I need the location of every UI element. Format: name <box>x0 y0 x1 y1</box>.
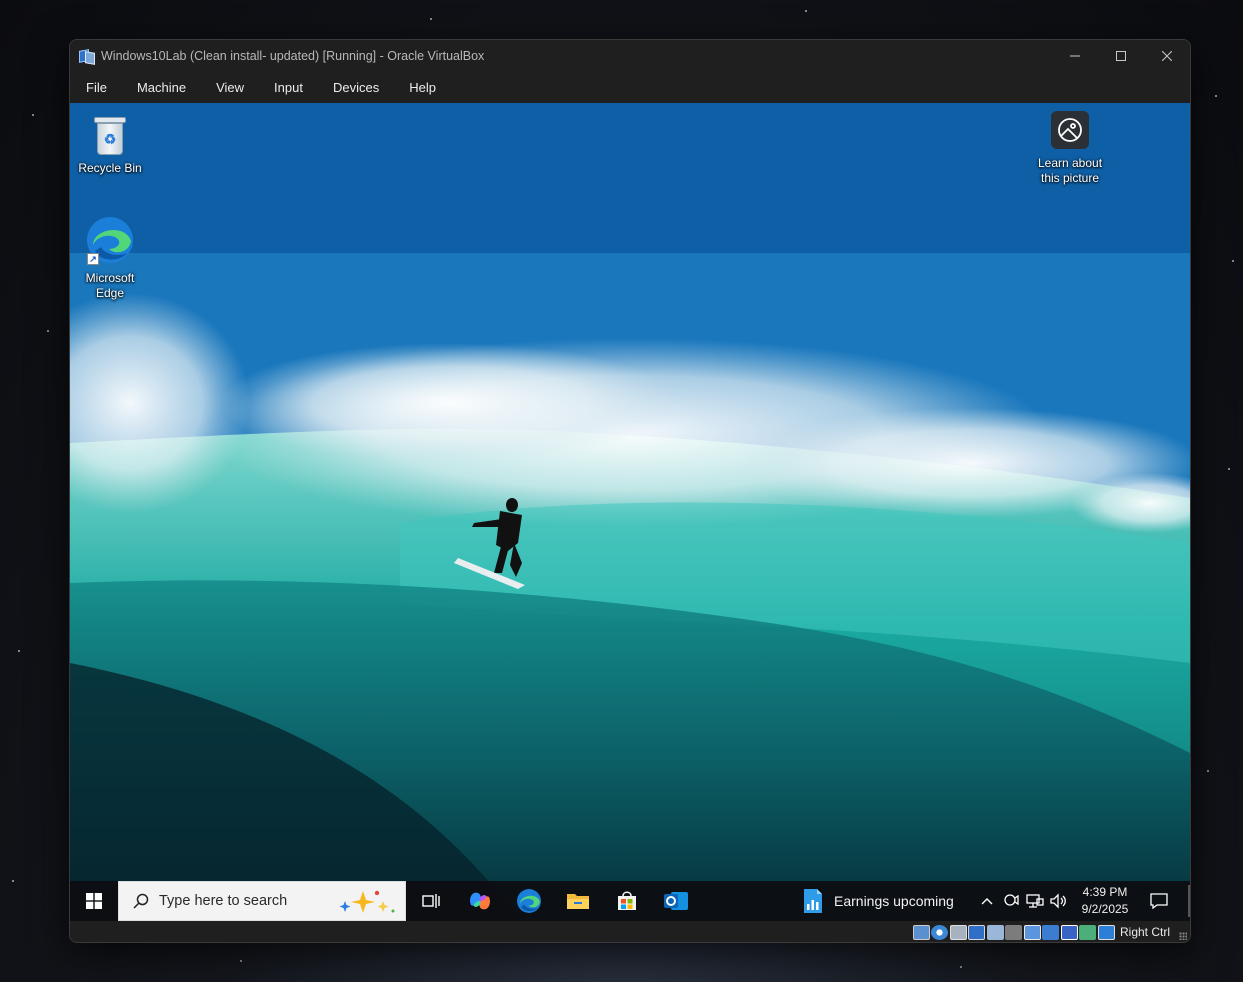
menu-view[interactable]: View <box>207 72 253 103</box>
copilot-button[interactable] <box>455 881 504 921</box>
action-center-button[interactable] <box>1145 881 1173 921</box>
virtualbox-window: Windows10Lab (Clean install- updated) [R… <box>69 39 1191 943</box>
desktop-icon-label: Microsoft Edge <box>70 271 150 301</box>
copilot-icon <box>469 892 490 910</box>
desktop-icon-learn-about-picture[interactable]: Learn about this picture <box>1025 111 1115 186</box>
menu-help[interactable]: Help <box>400 72 445 103</box>
clock-date: 9/2/2025 <box>1081 902 1129 916</box>
wallpaper-surf-wave <box>70 103 1190 921</box>
meet-now-icon <box>1004 894 1019 906</box>
outlook-icon <box>663 892 688 910</box>
task-view-button[interactable] <box>406 881 455 921</box>
windows-logo-icon <box>86 893 102 909</box>
virtualbox-status-bar: Right Ctrl <box>70 921 1190 942</box>
start-button[interactable] <box>70 881 118 921</box>
host-key-label: Right Ctrl <box>1119 925 1170 939</box>
cpu-virtualization-icon[interactable] <box>1060 924 1078 940</box>
edge-label-text: Microsoft Edge <box>85 271 135 300</box>
edge-taskbar-button[interactable] <box>504 881 553 921</box>
outlook-button[interactable] <box>651 881 700 921</box>
menu-input[interactable]: Input <box>265 72 312 103</box>
shared-folder-icon[interactable] <box>1005 924 1023 940</box>
hard-disk-icon[interactable] <box>912 924 930 940</box>
menu-machine[interactable]: Machine <box>128 72 195 103</box>
file-explorer-icon <box>566 894 589 909</box>
taskbar-search-box[interactable] <box>118 881 406 921</box>
virtualbox-icon <box>79 48 95 65</box>
spotlight-label-line1: Learn about <box>1037 156 1103 170</box>
network-adapter-icon[interactable] <box>968 924 986 940</box>
window-title: Windows10Lab (Clean install- updated) [R… <box>101 49 485 63</box>
edge-icon <box>516 889 541 913</box>
windows-taskbar: Earnings upcoming 4:39 PM 9/2/2025 <box>70 881 1190 921</box>
search-highlight-sparkles-icon <box>339 890 395 913</box>
clock-time: 4:39 PM <box>1082 885 1128 899</box>
desktop-icon-microsoft-edge[interactable]: ↗ Microsoft Edge <box>70 215 150 301</box>
microsoft-store-button[interactable] <box>602 881 651 921</box>
resize-grip[interactable] <box>1179 932 1187 940</box>
minimize-icon <box>1070 55 1080 57</box>
window-controls <box>1052 40 1190 72</box>
volume-button[interactable] <box>1047 881 1071 921</box>
maximize-icon <box>1116 51 1126 61</box>
system-tray <box>975 881 1071 921</box>
task-view-icon <box>421 894 440 908</box>
menu-devices[interactable]: Devices <box>324 72 388 103</box>
taskbar-clock[interactable]: 4:39 PM 9/2/2025 <box>1075 884 1135 918</box>
display-icon[interactable] <box>1023 924 1041 940</box>
recording-icon[interactable] <box>1042 924 1060 940</box>
store-icon <box>617 891 636 910</box>
title-bar[interactable]: Windows10Lab (Clean install- updated) [R… <box>70 40 1190 72</box>
guest-screen[interactable]: ♻ Recycle Bin ↗ Microsoft Edge Learn abo… <box>70 103 1190 921</box>
volume-icon <box>1050 893 1066 909</box>
keyboard-capture-icon[interactable] <box>1097 924 1115 940</box>
recycle-bin-icon: ♻ <box>90 111 130 157</box>
minimize-button[interactable] <box>1052 40 1098 72</box>
notification-icon <box>1150 893 1168 909</box>
mouse-integration-icon[interactable] <box>1079 924 1097 940</box>
file-explorer-button[interactable] <box>553 881 602 921</box>
edge-icon: ↗ <box>85 215 135 265</box>
widgets-text: Earnings upcoming <box>834 893 954 909</box>
spotlight-label-line2: this picture <box>1040 171 1100 185</box>
meet-now-button[interactable] <box>999 881 1023 921</box>
network-icon <box>1026 894 1044 908</box>
audio-icon[interactable] <box>949 924 967 940</box>
maximize-button[interactable] <box>1098 40 1144 72</box>
show-hidden-icons-button[interactable] <box>975 881 999 921</box>
usb-icon[interactable] <box>986 924 1004 940</box>
spotlight-camera-icon <box>1051 111 1089 149</box>
close-button[interactable] <box>1144 40 1190 72</box>
close-icon <box>1162 51 1172 61</box>
desktop-icon-recycle-bin[interactable]: ♻ Recycle Bin <box>70 111 150 176</box>
show-desktop-button[interactable] <box>1188 885 1190 917</box>
stock-chart-document-icon <box>804 889 822 913</box>
widgets-button[interactable]: Earnings upcoming <box>802 881 954 921</box>
desktop-icon-label: Recycle Bin <box>78 161 142 175</box>
chevron-up-icon <box>981 898 993 905</box>
search-input[interactable] <box>159 893 329 909</box>
menu-file[interactable]: File <box>77 72 116 103</box>
network-button[interactable] <box>1023 881 1047 921</box>
optical-drive-icon[interactable] <box>931 924 949 940</box>
menu-bar: File Machine View Input Devices Help <box>70 72 1190 103</box>
search-icon <box>133 893 149 909</box>
